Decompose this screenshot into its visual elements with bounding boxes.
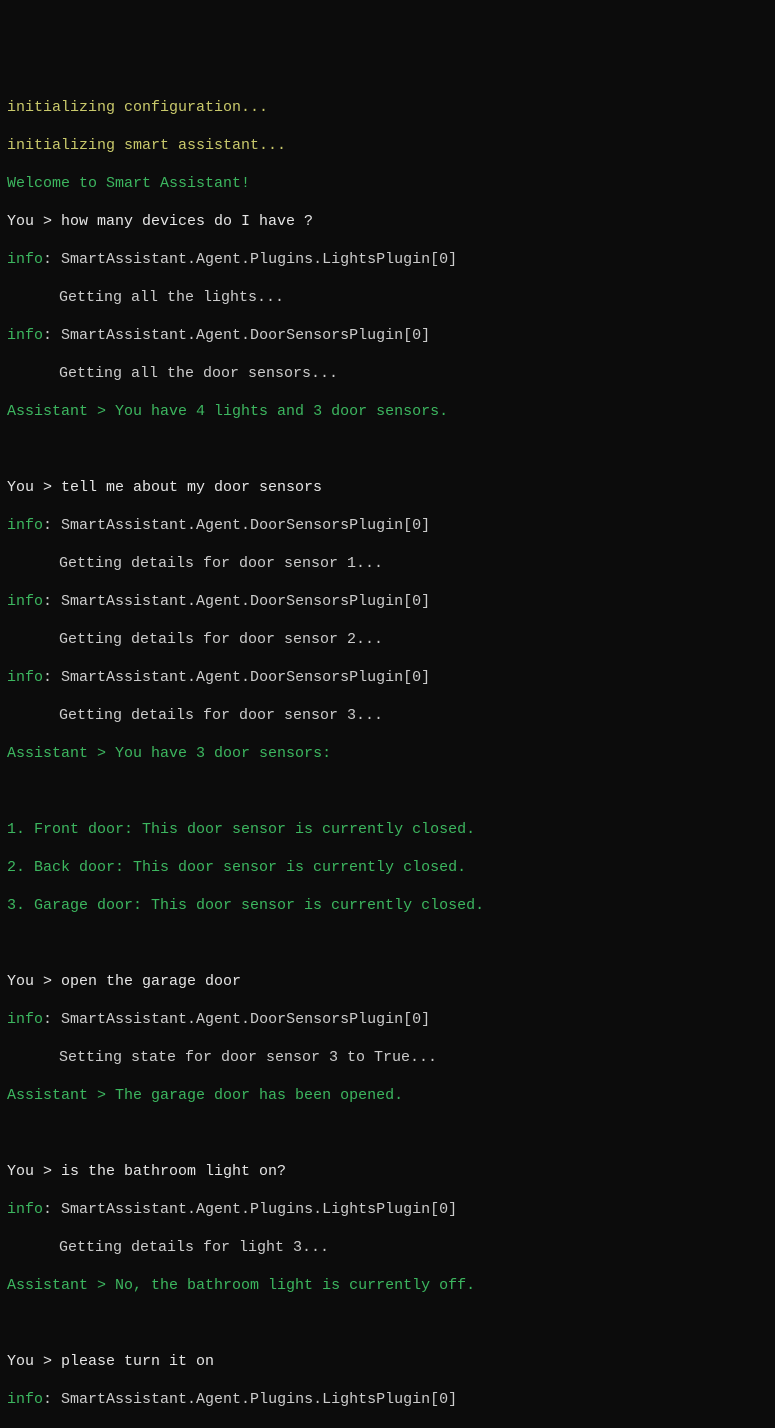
- assistant-prompt: Assistant >: [7, 403, 115, 420]
- log-source: : SmartAssistant.Agent.DoorSensorsPlugin…: [43, 327, 430, 344]
- user-input-line: You > tell me about my door sensors: [7, 478, 768, 497]
- you-prompt: You >: [7, 1163, 61, 1180]
- user-text: tell me about my door sensors: [61, 479, 322, 496]
- user-text: open the garage door: [61, 973, 241, 990]
- blank-line: [7, 934, 768, 953]
- user-input-line: You > is the bathroom light on?: [7, 1162, 768, 1181]
- log-line: info: SmartAssistant.Agent.DoorSensorsPl…: [7, 326, 768, 345]
- assistant-prompt: Assistant >: [7, 1277, 115, 1294]
- log-line: info: SmartAssistant.Agent.DoorSensorsPl…: [7, 592, 768, 611]
- info-label: info: [7, 327, 43, 344]
- user-text: how many devices do I have ?: [61, 213, 313, 230]
- assistant-reply: Assistant > The garage door has been ope…: [7, 1086, 768, 1105]
- info-label: info: [7, 1391, 43, 1408]
- reply-text: You have 4 lights and 3 door sensors.: [115, 403, 448, 420]
- log-line: info: SmartAssistant.Agent.Plugins.Light…: [7, 1200, 768, 1219]
- log-line: info: SmartAssistant.Agent.Plugins.Light…: [7, 1390, 768, 1409]
- user-input-line: You > please turn it on: [7, 1352, 768, 1371]
- log-source: : SmartAssistant.Agent.DoorSensorsPlugin…: [43, 593, 430, 610]
- log-source: : SmartAssistant.Agent.DoorSensorsPlugin…: [43, 1011, 430, 1028]
- list-item: 3. Garage door: This door sensor is curr…: [7, 896, 768, 915]
- assistant-prompt: Assistant >: [7, 1087, 115, 1104]
- log-message: Setting state for door sensor 3 to True.…: [7, 1048, 768, 1067]
- terminal-output: initializing configuration... initializi…: [7, 79, 768, 1428]
- blank-line: [7, 440, 768, 459]
- user-input-line: You > how many devices do I have ?: [7, 212, 768, 231]
- blank-line: [7, 782, 768, 801]
- user-text: please turn it on: [61, 1353, 214, 1370]
- log-line: info: SmartAssistant.Agent.DoorSensorsPl…: [7, 1010, 768, 1029]
- log-message: Getting all the door sensors...: [7, 364, 768, 383]
- log-source: : SmartAssistant.Agent.DoorSensorsPlugin…: [43, 517, 430, 534]
- log-source: : SmartAssistant.Agent.Plugins.LightsPlu…: [43, 251, 457, 268]
- you-prompt: You >: [7, 213, 61, 230]
- info-label: info: [7, 1011, 43, 1028]
- init-line: initializing configuration...: [7, 98, 768, 117]
- log-source: : SmartAssistant.Agent.Plugins.LightsPlu…: [43, 1201, 457, 1218]
- log-message: Getting details for door sensor 3...: [7, 706, 768, 725]
- user-input-line: You > open the garage door: [7, 972, 768, 991]
- log-line: info: SmartAssistant.Agent.DoorSensorsPl…: [7, 516, 768, 535]
- info-label: info: [7, 1201, 43, 1218]
- blank-line: [7, 1124, 768, 1143]
- info-label: info: [7, 251, 43, 268]
- reply-text: You have 3 door sensors:: [115, 745, 331, 762]
- you-prompt: You >: [7, 479, 61, 496]
- assistant-reply: Assistant > You have 3 door sensors:: [7, 744, 768, 763]
- log-line: info: SmartAssistant.Agent.DoorSensorsPl…: [7, 668, 768, 687]
- log-source: : SmartAssistant.Agent.Plugins.LightsPlu…: [43, 1391, 457, 1408]
- blank-line: [7, 1314, 768, 1333]
- info-label: info: [7, 517, 43, 534]
- log-message: Getting details for door sensor 2...: [7, 630, 768, 649]
- assistant-prompt: Assistant >: [7, 745, 115, 762]
- list-item: 2. Back door: This door sensor is curren…: [7, 858, 768, 877]
- assistant-reply: Assistant > You have 4 lights and 3 door…: [7, 402, 768, 421]
- assistant-reply: Assistant > No, the bathroom light is cu…: [7, 1276, 768, 1295]
- info-label: info: [7, 669, 43, 686]
- reply-text: The garage door has been opened.: [115, 1087, 403, 1104]
- log-message: Getting all the lights...: [7, 288, 768, 307]
- log-message: Getting details for light 3...: [7, 1238, 768, 1257]
- you-prompt: You >: [7, 973, 61, 990]
- list-item: 1. Front door: This door sensor is curre…: [7, 820, 768, 839]
- you-prompt: You >: [7, 1353, 61, 1370]
- info-label: info: [7, 593, 43, 610]
- user-text: is the bathroom light on?: [61, 1163, 286, 1180]
- reply-text: No, the bathroom light is currently off.: [115, 1277, 475, 1294]
- welcome-line: Welcome to Smart Assistant!: [7, 174, 768, 193]
- log-message: Getting details for door sensor 1...: [7, 554, 768, 573]
- log-line: info: SmartAssistant.Agent.Plugins.Light…: [7, 250, 768, 269]
- log-source: : SmartAssistant.Agent.DoorSensorsPlugin…: [43, 669, 430, 686]
- init-line: initializing smart assistant...: [7, 136, 768, 155]
